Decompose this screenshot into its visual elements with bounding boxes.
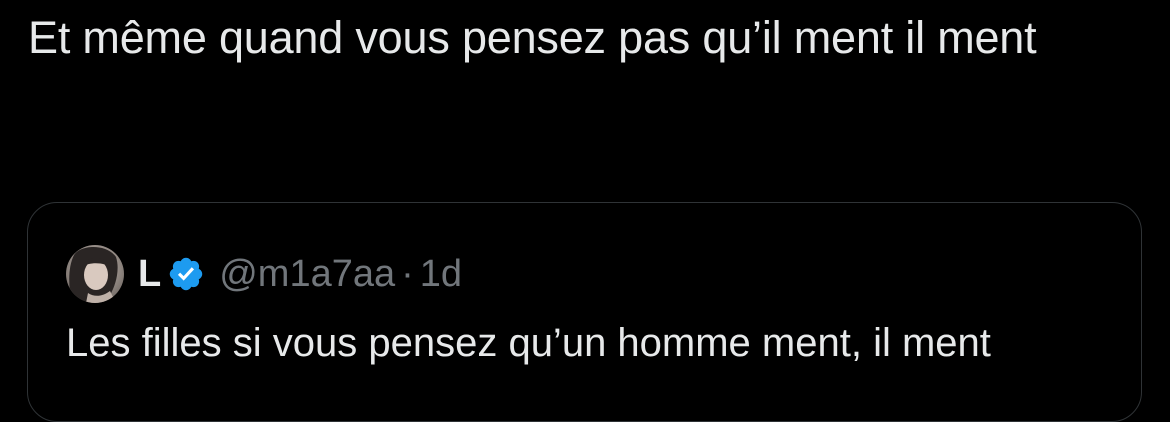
tweet-text: Et même quand vous pensez pas qu’il ment… <box>28 12 1037 63</box>
quoted-tweet-text: Les filles si vous pensez qu’un homme me… <box>66 321 991 365</box>
timestamp[interactable]: 1d <box>420 255 462 293</box>
verified-badge-icon <box>167 255 205 293</box>
quoted-tweet-header: L @m1a7aa · 1d <box>66 245 462 303</box>
author-display-name[interactable]: L <box>138 255 161 293</box>
quoted-tweet-card[interactable]: L @m1a7aa · 1d Les filles si vous pensez… <box>27 202 1142 422</box>
separator-dot: · <box>401 253 414 295</box>
author-handle[interactable]: @m1a7aa <box>219 255 395 293</box>
avatar[interactable] <box>66 245 124 303</box>
